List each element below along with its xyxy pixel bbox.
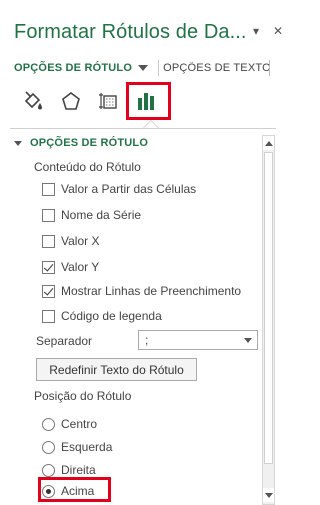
option-label: Valor X <box>61 234 100 248</box>
chevron-down-icon[interactable] <box>138 65 149 71</box>
pane-options-dropdown-icon[interactable]: ▾ <box>250 24 262 38</box>
effects-tab[interactable] <box>52 84 90 118</box>
option-label: Valor Y <box>61 260 100 274</box>
effects-icon <box>62 92 80 110</box>
checkbox[interactable] <box>42 208 55 222</box>
option-label: Esquerda <box>61 440 113 454</box>
position-right[interactable]: Direita <box>42 463 96 477</box>
tab-divider <box>158 60 160 76</box>
radio-button[interactable] <box>42 417 55 431</box>
collapse-triangle-icon[interactable] <box>14 140 22 146</box>
checkbox-checked[interactable] <box>42 284 55 298</box>
separator-select[interactable]: ; <box>138 330 258 350</box>
label-contains-heading: Conteúdo do Rótulo <box>34 160 141 174</box>
checkbox[interactable] <box>42 234 55 248</box>
chevron-down-icon[interactable] <box>244 338 252 343</box>
scroll-down-icon[interactable] <box>263 488 274 502</box>
option-label: Centro <box>61 417 98 431</box>
pane-title: Formatar Rótulos de Da... <box>14 21 247 43</box>
scroll-up-icon[interactable] <box>263 136 274 150</box>
fill-line-icon <box>24 91 42 110</box>
vertical-scrollbar[interactable] <box>262 135 275 505</box>
section-title: OPÇÕES DE RÓTULO <box>30 137 149 149</box>
label-options-panel: OPÇÕES DE RÓTULO Conteúdo do Rótulo Valo… <box>14 134 258 505</box>
options-tabs: OPÇÕES DE RÓTULO OPÇÕES DE TEXTO <box>14 58 284 78</box>
option-x-value[interactable]: Valor X <box>42 234 99 248</box>
checkbox[interactable] <box>42 182 55 196</box>
option-label: Direita <box>61 463 96 477</box>
tab-text-options[interactable]: OPÇÕES DE TEXTO <box>163 62 269 74</box>
option-label: Valor a Partir das Células <box>61 182 197 196</box>
separator-value: ; <box>145 333 149 347</box>
size-properties-tab[interactable] <box>90 84 128 118</box>
position-center[interactable]: Centro <box>42 417 97 431</box>
option-label: Mostrar Linhas de Preenchimento <box>61 284 242 298</box>
option-value-from-cells[interactable]: Valor a Partir das Células <box>42 182 196 196</box>
size-properties-icon <box>99 93 117 109</box>
title-tools: ▾ ✕ <box>250 24 284 38</box>
selected-tab-highlight <box>126 82 171 120</box>
checkbox[interactable] <box>42 309 55 323</box>
option-y-value[interactable]: Valor Y <box>42 260 99 274</box>
section-header[interactable]: OPÇÕES DE RÓTULO <box>14 137 148 149</box>
radio-button[interactable] <box>42 440 55 454</box>
tab-pointer <box>143 120 159 128</box>
option-label: Código de legenda <box>61 309 162 323</box>
option-leader-lines[interactable]: Mostrar Linhas de Preenchimento <box>42 284 241 298</box>
option-series-name[interactable]: Nome da Série <box>42 208 141 222</box>
selected-position-highlight <box>38 477 111 502</box>
tab-overflow-edge <box>269 60 277 76</box>
option-legend-key[interactable]: Código de legenda <box>42 309 162 323</box>
reset-label-text-button[interactable]: Redefinir Texto do Rótulo <box>36 358 197 381</box>
fill-line-tab[interactable] <box>14 84 52 118</box>
label-position-heading: Posição do Rótulo <box>34 389 132 403</box>
option-label: Nome da Série <box>61 208 142 222</box>
close-icon[interactable]: ✕ <box>272 24 284 38</box>
tab-label-options[interactable]: OPÇÕES DE RÓTULO <box>14 62 132 74</box>
divider <box>10 128 276 129</box>
checkbox-checked[interactable] <box>42 260 55 274</box>
position-left[interactable]: Esquerda <box>42 440 112 454</box>
scroll-thumb[interactable] <box>264 152 273 464</box>
separator-label: Separador <box>36 334 93 348</box>
radio-button[interactable] <box>42 463 55 477</box>
